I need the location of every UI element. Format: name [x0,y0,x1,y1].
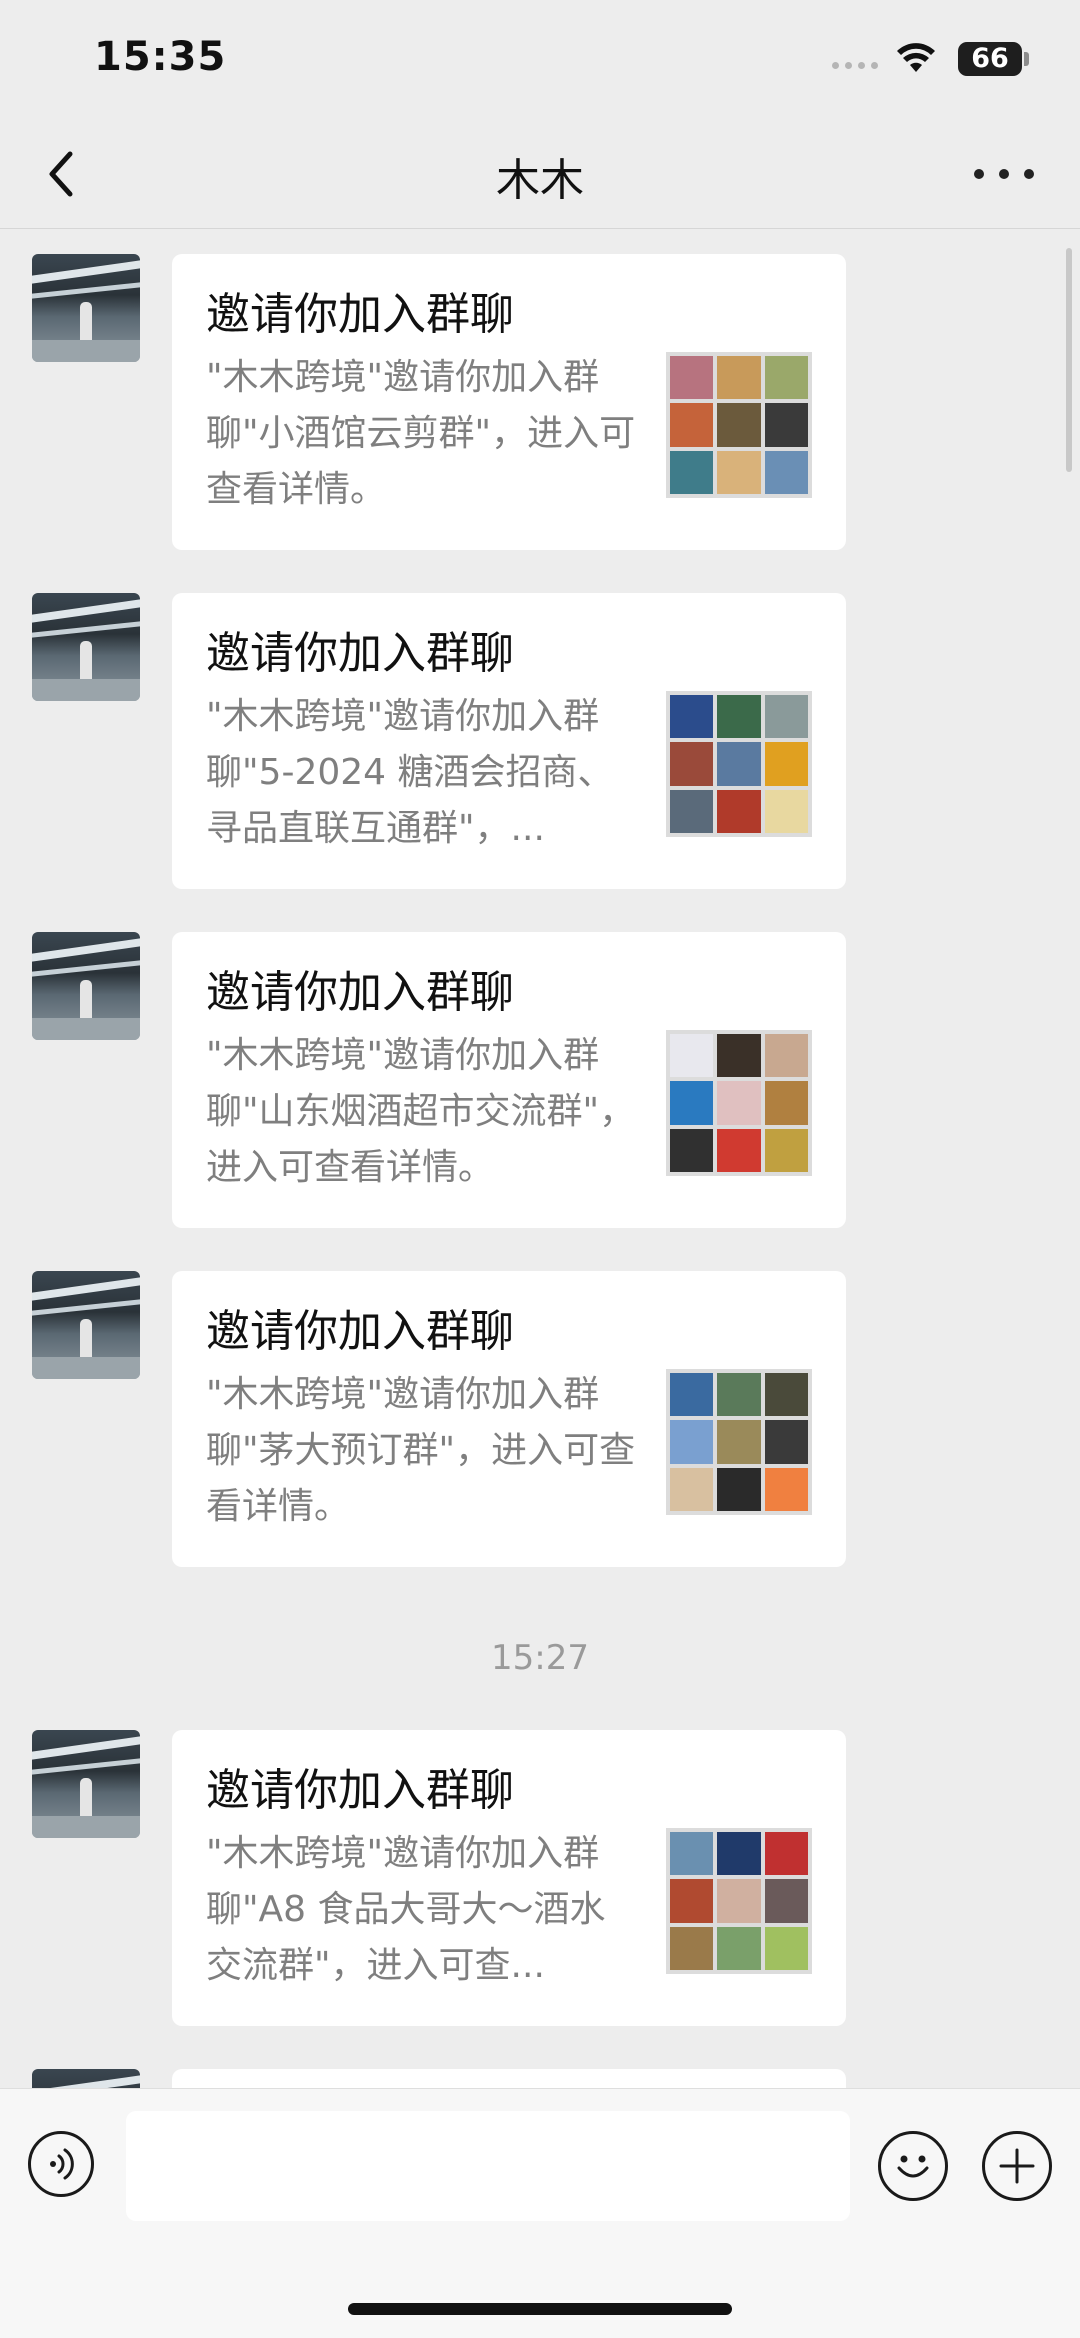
member-avatar-tile [670,1373,714,1417]
member-avatar-tile [670,1034,714,1078]
group-invite-card[interactable]: 邀请你加入群聊 "木木跨境"邀请你加入群聊"茅大预订群"，进入可查看详情。 [172,1271,846,1567]
wifi-icon [897,43,935,72]
member-avatar-tile [764,1128,808,1172]
member-avatar-tile [670,1926,714,1970]
avatar[interactable] [32,254,140,362]
member-avatar-tile [670,356,714,400]
invite-title: 邀请你加入群聊 [206,967,514,1018]
message-item: 邀请你加入群聊 "木木跨境"邀请你加入群聊"小酒馆云剪群"，进入可查看详情。 [0,254,1080,550]
member-avatar-tile [670,1420,714,1464]
group-thumbnail [666,1030,812,1176]
message-item: 邀请你加入群聊 "木木跨境"邀请你加入群聊"山东烟酒超市交流群"，进入可查看详情… [0,932,1080,1228]
message-item-partial [0,2069,1080,2088]
more-options-icon[interactable] [974,164,1034,184]
member-avatar-tile [717,1879,761,1923]
member-avatar-tile [670,450,714,494]
member-avatar-tile [717,1420,761,1464]
member-avatar-tile [717,1081,761,1125]
group-invite-card[interactable]: 邀请你加入群聊 "木木跨境"邀请你加入群聊"A8 食品大哥大～酒水交流群"，进入… [172,1730,846,2026]
member-avatar-tile [670,403,714,447]
invite-description: "木木跨境"邀请你加入群聊"小酒馆云剪群"，进入可查看详情。 [206,357,636,510]
avatar[interactable] [32,1730,140,1838]
member-avatar-tile [764,742,808,786]
member-avatar-tile [764,695,808,739]
group-thumbnail [666,691,812,837]
member-avatar-tile [764,1034,808,1078]
member-avatar-tile [670,1832,714,1876]
invite-description: "木木跨境"邀请你加入群聊"茅大预订群"，进入可查看详情。 [206,1374,636,1527]
message-timestamp: 15:27 [491,1638,589,1678]
member-avatar-tile [670,1128,714,1172]
group-thumbnail [666,352,812,498]
invite-title: 邀请你加入群聊 [206,1765,514,1816]
more-actions-button[interactable] [982,2131,1052,2201]
member-avatar-tile [764,356,808,400]
avatar[interactable] [32,1271,140,1379]
voice-icon [50,2148,74,2180]
voice-input-button[interactable] [28,2131,94,2197]
input-bar [0,2088,1080,2338]
member-avatar-tile [717,1373,761,1417]
member-avatar-tile [764,1832,808,1876]
member-avatar-tile [717,1926,761,1970]
home-indicator [348,2303,732,2315]
member-avatar-tile [717,742,761,786]
member-avatar-tile [764,1373,808,1417]
member-avatar-tile [670,1879,714,1923]
chat-title: 木木 [496,155,584,206]
member-avatar-tile [717,789,761,833]
invite-description: "木木跨境"邀请你加入群聊"A8 食品大哥大～酒水交流群"，进入可查... [206,1833,606,1986]
group-thumbnail [666,1828,812,1974]
status-time: 15:35 [94,34,227,80]
smile-icon [897,2155,929,2178]
message-item: 邀请你加入群聊 "木木跨境"邀请你加入群聊"A8 食品大哥大～酒水交流群"，进入… [0,1730,1080,2026]
message-item: 邀请你加入群聊 "木木跨境"邀请你加入群聊"5-2024 糖酒会招商、寻品直联互… [0,593,1080,889]
plus-icon [999,2148,1035,2184]
member-avatar-tile [764,1081,808,1125]
member-avatar-tile [764,1420,808,1464]
group-invite-card[interactable] [172,2069,846,2088]
invite-description: "木木跨境"邀请你加入群聊"山东烟酒超市交流群"，进入可查看详情。 [206,1035,636,1188]
member-avatar-tile [670,789,714,833]
chat-header: 木木 [0,120,1080,229]
member-avatar-tile [764,403,808,447]
message-input[interactable] [126,2111,850,2221]
battery-tip [1024,52,1029,66]
battery-icon: 66 [958,42,1022,76]
member-avatar-tile [717,450,761,494]
avatar[interactable] [32,2069,140,2088]
avatar[interactable] [32,932,140,1040]
status-bar: 15:35 66 [0,0,1080,120]
cellular-signal-icon [832,62,878,69]
member-avatar-tile [717,1034,761,1078]
member-avatar-tile [764,450,808,494]
group-invite-card[interactable]: 邀请你加入群聊 "木木跨境"邀请你加入群聊"5-2024 糖酒会招商、寻品直联互… [172,593,846,889]
member-avatar-tile [670,1467,714,1511]
emoji-button[interactable] [878,2131,948,2201]
member-avatar-tile [717,695,761,739]
invite-title: 邀请你加入群聊 [206,1306,514,1357]
invite-title: 邀请你加入群聊 [206,628,514,679]
member-avatar-tile [764,1926,808,1970]
message-item: 邀请你加入群聊 "木木跨境"邀请你加入群聊"茅大预订群"，进入可查看详情。 [0,1271,1080,1567]
group-invite-card[interactable]: 邀请你加入群聊 "木木跨境"邀请你加入群聊"小酒馆云剪群"，进入可查看详情。 [172,254,846,550]
member-avatar-tile [670,695,714,739]
avatar[interactable] [32,593,140,701]
member-avatar-tile [764,1879,808,1923]
group-invite-card[interactable]: 邀请你加入群聊 "木木跨境"邀请你加入群聊"山东烟酒超市交流群"，进入可查看详情… [172,932,846,1228]
member-avatar-tile [717,356,761,400]
member-avatar-tile [717,1128,761,1172]
invite-title: 邀请你加入群聊 [206,289,514,340]
member-avatar-tile [717,1832,761,1876]
invite-description: "木木跨境"邀请你加入群聊"5-2024 糖酒会招商、寻品直联互通群"，... [206,696,614,849]
member-avatar-tile [670,1081,714,1125]
member-avatar-tile [717,1467,761,1511]
group-thumbnail [666,1369,812,1515]
member-avatar-tile [764,1467,808,1511]
member-avatar-tile [717,403,761,447]
member-avatar-tile [764,789,808,833]
member-avatar-tile [670,742,714,786]
